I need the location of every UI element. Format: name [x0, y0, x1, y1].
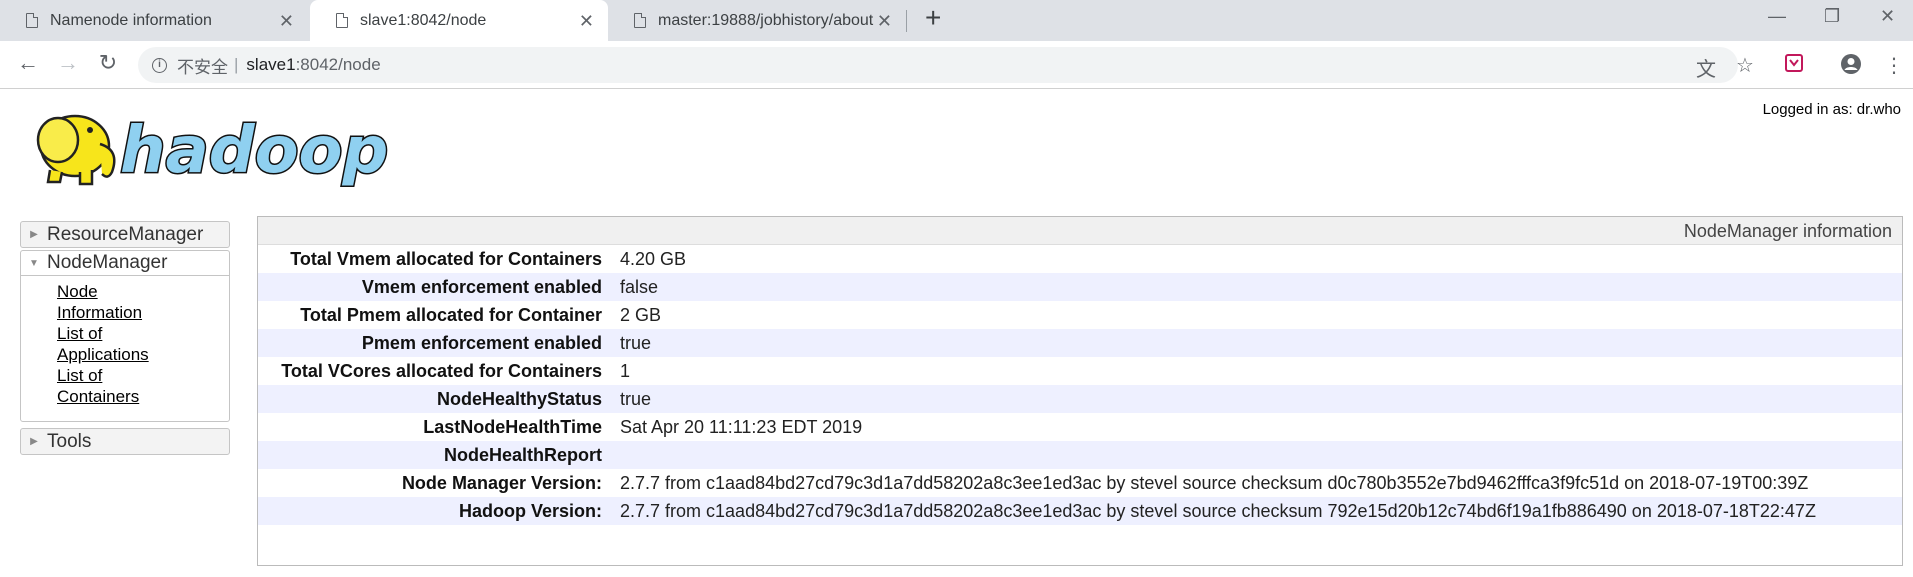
- url-host: slave1: [246, 55, 296, 74]
- close-icon[interactable]: ✕: [877, 11, 892, 32]
- info-value: true: [620, 389, 652, 409]
- info-value: [610, 441, 1902, 469]
- close-icon[interactable]: ✕: [579, 11, 594, 32]
- info-row: Total VCores allocated for Containers 1: [258, 357, 1902, 385]
- profile-icon[interactable]: [1840, 53, 1862, 81]
- info-icon[interactable]: i: [152, 57, 167, 73]
- nav-header[interactable]: ▼ NodeManager: [21, 251, 229, 276]
- nav-node-manager: ▼ NodeManager Node Information List of A…: [20, 250, 230, 422]
- document-icon: [634, 13, 646, 28]
- link-list-of-applications[interactable]: List of Applications: [57, 323, 167, 365]
- info-label: NodeHealthReport: [443, 445, 602, 465]
- info-label: Total Vmem allocated for Containers: [290, 249, 602, 269]
- back-button[interactable]: ←: [14, 50, 42, 76]
- info-label: Vmem enforcement enabled: [361, 277, 602, 297]
- info-value: 2 GB: [620, 305, 662, 325]
- info-value: Sat Apr 20 11:11:23 EDT 2019: [620, 417, 863, 437]
- menu-kebab-icon[interactable]: ⋮: [1884, 53, 1904, 78]
- info-value: 1: [620, 361, 631, 381]
- info-label: LastNodeHealthTime: [423, 417, 602, 437]
- logo-wordmark: hadoop: [120, 114, 388, 188]
- tab-namenode-information[interactable]: Namenode information ✕: [0, 0, 308, 41]
- address-bar[interactable]: i 不安全 | slave1 :8042/node: [138, 47, 1738, 83]
- close-window-button[interactable]: ✕: [1880, 6, 1895, 27]
- info-row: NodeHealthReport: [258, 441, 1902, 469]
- nav-tools[interactable]: ▶ Tools: [20, 428, 230, 455]
- logged-in-status: Logged in as: dr.who: [1762, 101, 1901, 118]
- info-value: false: [620, 277, 659, 297]
- info-label: Hadoop Version:: [458, 501, 602, 521]
- panel-heading: NodeManager information: [258, 217, 1902, 245]
- info-row: Hadoop Version: 2.7.7 from c1aad84bd27cd7…: [258, 497, 1902, 525]
- info-row: Node Manager Version: 2.7.7 from c1aad84b…: [258, 469, 1902, 497]
- info-label: Pmem enforcement enabled: [361, 333, 602, 353]
- extension-icon[interactable]: [1784, 53, 1804, 79]
- translate-icon[interactable]: 文: [1696, 53, 1716, 82]
- reload-button[interactable]: ↻: [94, 50, 122, 76]
- nav-header[interactable]: ▶ ResourceManager: [21, 222, 229, 247]
- close-icon[interactable]: ✕: [279, 11, 294, 32]
- info-value: 4.20 GB: [620, 249, 687, 269]
- tab-slave1-node[interactable]: slave1:8042/node ✕: [310, 0, 608, 41]
- new-tab-button[interactable]: +: [925, 2, 941, 34]
- triangle-right-icon: ▶: [30, 229, 38, 240]
- info-row: Total Pmem allocated for Container 2 GB: [258, 301, 1902, 329]
- minimize-button[interactable]: —: [1768, 6, 1786, 27]
- security-label: 不安全: [177, 57, 228, 77]
- info-table: Total Vmem allocated for Containers 4.20 …: [258, 245, 1902, 525]
- forward-button[interactable]: →: [54, 50, 82, 76]
- info-row: LastNodeHealthTime Sat Apr 20 11:11:23 ED…: [258, 413, 1902, 441]
- document-icon: [336, 13, 348, 28]
- nodemanager-info-panel: NodeManager information Total Vmem alloc…: [257, 216, 1903, 566]
- info-row: Pmem enforcement enabled true: [258, 329, 1902, 357]
- document-icon: [26, 13, 38, 28]
- tab-separator: [906, 10, 907, 32]
- info-value: 2.7.7 from c1aad84bd27cd79c3d1a7dd58202a…: [620, 473, 1809, 493]
- tab-title: slave1:8042/node: [360, 11, 487, 29]
- bookmark-star-icon[interactable]: ☆: [1736, 53, 1754, 78]
- info-label: Node Manager Version:: [401, 473, 602, 493]
- link-node-information[interactable]: Node Information: [57, 281, 167, 323]
- triangle-down-icon: ▼: [29, 257, 39, 269]
- nav-label: Tools: [47, 430, 92, 452]
- tab-title: master:19888/jobhistory/about: [658, 11, 874, 29]
- info-row: Vmem enforcement enabled false: [258, 273, 1902, 301]
- info-label: NodeHealthyStatus: [436, 389, 602, 409]
- tab-title: Namenode information: [50, 11, 212, 29]
- link-list-of-containers[interactable]: List of Containers: [57, 365, 167, 407]
- nav-label: ResourceManager: [47, 223, 204, 245]
- restore-button[interactable]: ❐: [1824, 6, 1840, 27]
- url-path: :8042/node: [295, 55, 381, 74]
- nav-header[interactable]: ▶ Tools: [21, 429, 229, 454]
- info-value: true: [620, 333, 652, 353]
- info-label: Total VCores allocated for Containers: [281, 361, 602, 381]
- nav-resource-manager[interactable]: ▶ ResourceManager: [20, 221, 230, 248]
- browser-toolbar: ← → ↻ i 不安全 | slave1 :8042/node 文 ☆ ⋮: [0, 41, 1913, 89]
- tab-jobhistory-about[interactable]: master:19888/jobhistory/about ✕: [608, 0, 906, 41]
- tab-strip: Namenode information ✕ slave1:8042/node …: [0, 0, 1913, 41]
- info-value: 2.7.7 from c1aad84bd27cd79c3d1a7dd58202a…: [620, 501, 1816, 521]
- info-row: NodeHealthyStatus true: [258, 385, 1902, 413]
- info-row: Total Vmem allocated for Containers 4.20 …: [258, 245, 1902, 273]
- info-label: Total Pmem allocated for Container: [300, 305, 602, 325]
- triangle-right-icon: ▶: [30, 436, 38, 447]
- node-manager-links: Node Information List of Applications Li…: [21, 276, 229, 413]
- hadoop-logo[interactable]: hadoop: [20, 100, 400, 193]
- nav-label: NodeManager: [47, 252, 168, 273]
- address-divider: |: [234, 55, 239, 74]
